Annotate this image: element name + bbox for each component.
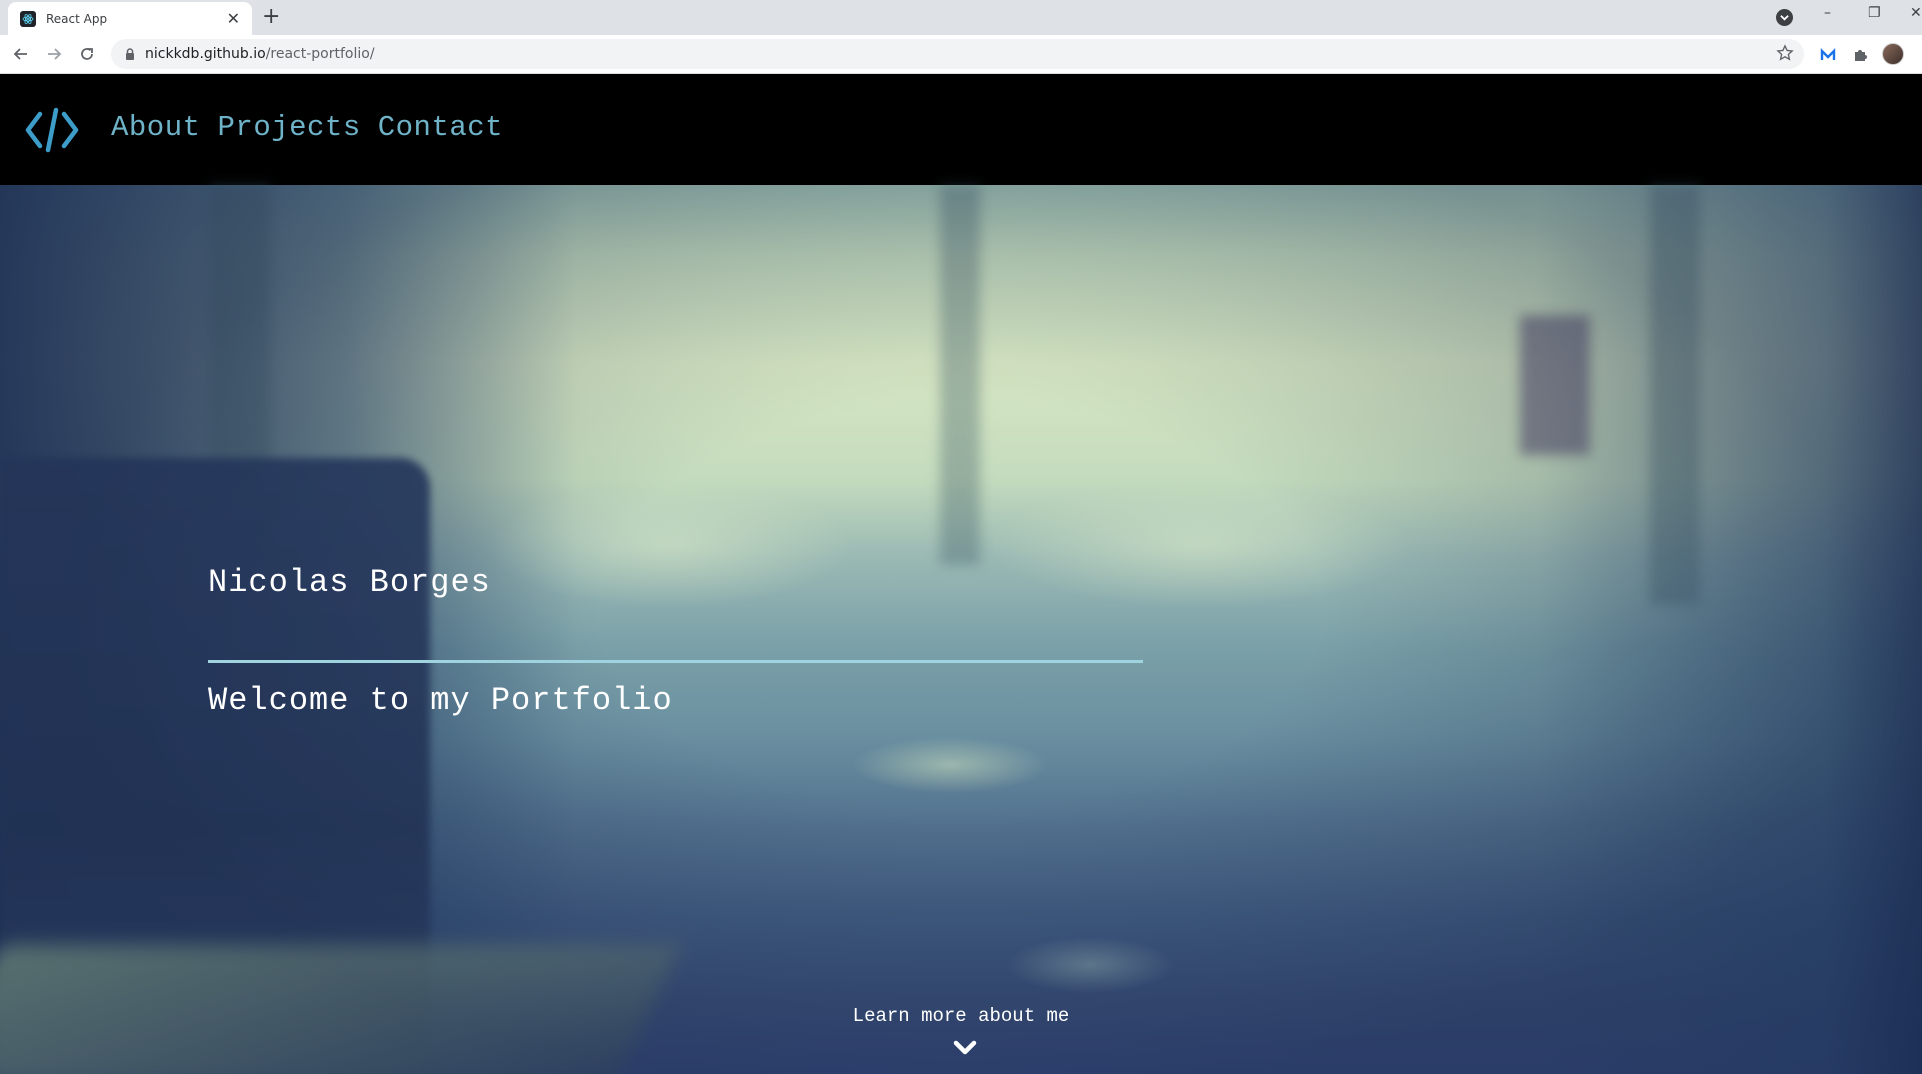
nav-links: About Projects Contact xyxy=(111,111,503,144)
profile-avatar[interactable] xyxy=(1882,43,1904,65)
browser-tabbar: React App ✕ + – ❐ ✕ xyxy=(0,0,1922,35)
close-window-button[interactable]: ✕ xyxy=(1910,6,1922,20)
url-host: nickkdb.github.io xyxy=(145,46,266,62)
url-path: /react-portfolio/ xyxy=(265,46,375,62)
extension-m-icon[interactable] xyxy=(1818,45,1838,65)
reload-icon[interactable] xyxy=(77,44,97,64)
hero-title: Nicolas Borges xyxy=(208,564,491,601)
tab-title: React App xyxy=(46,11,108,26)
chevron-down-icon[interactable] xyxy=(953,1039,977,1057)
react-favicon-icon xyxy=(20,10,36,27)
minimize-button[interactable]: – xyxy=(1824,6,1831,20)
nav-link-projects[interactable]: Projects xyxy=(218,111,361,144)
learn-more-link[interactable]: Learn more about me xyxy=(0,1005,1922,1027)
browser-toolbar: nickkdb.github.io/react-portfolio/ xyxy=(0,35,1922,74)
hero-background xyxy=(0,185,1922,1074)
tab-close-icon[interactable]: ✕ xyxy=(227,10,240,27)
tab-search-icon[interactable] xyxy=(1776,9,1793,26)
hero-subtitle: Welcome to my Portfolio xyxy=(208,682,673,719)
restore-button[interactable]: ❐ xyxy=(1868,6,1881,20)
address-bar[interactable]: nickkdb.github.io/react-portfolio/ xyxy=(111,39,1804,69)
hero-divider xyxy=(208,660,1143,663)
new-tab-button[interactable]: + xyxy=(262,6,280,28)
url-text: nickkdb.github.io/react-portfolio/ xyxy=(145,46,375,62)
lock-icon xyxy=(125,45,135,64)
back-arrow-icon[interactable] xyxy=(11,44,31,64)
extensions-puzzle-icon[interactable] xyxy=(1850,45,1870,65)
forward-arrow-icon[interactable] xyxy=(44,44,64,64)
nav-link-contact[interactable]: Contact xyxy=(378,111,503,144)
nav-link-about[interactable]: About xyxy=(111,111,201,144)
site-navbar: About Projects Contact xyxy=(0,74,1922,185)
browser-tab[interactable]: React App ✕ xyxy=(8,2,252,35)
hero-vignette xyxy=(0,185,1922,1074)
code-brackets-icon[interactable] xyxy=(24,106,80,154)
bookmark-star-icon[interactable] xyxy=(1776,44,1794,66)
